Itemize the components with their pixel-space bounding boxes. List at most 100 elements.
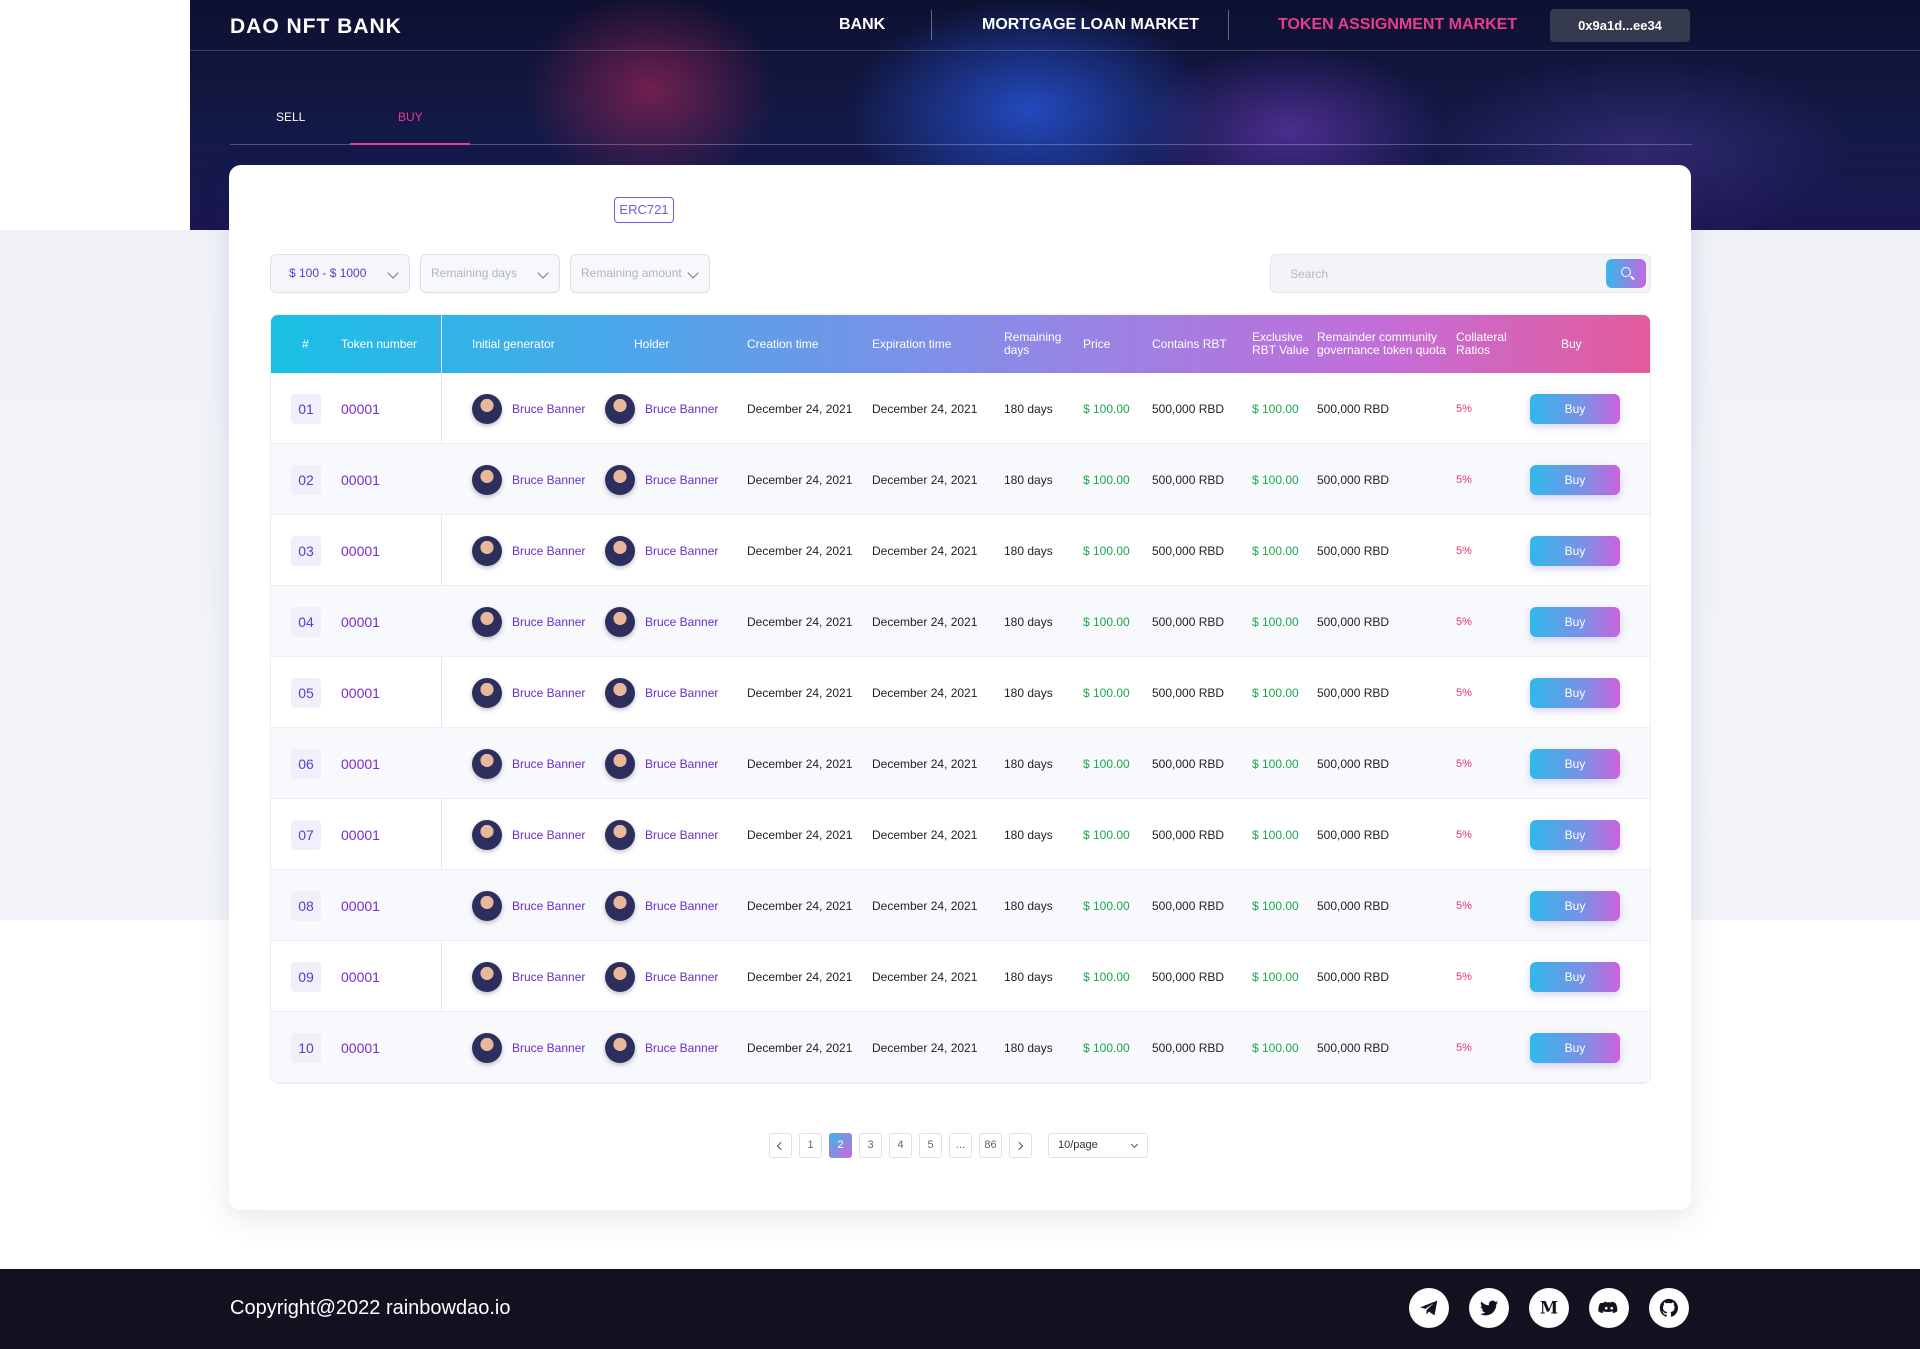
row-holder[interactable]: Bruce Banner bbox=[645, 757, 718, 771]
row-collateral-ratio: 5% bbox=[1456, 402, 1472, 415]
row-initial-generator[interactable]: Bruce Banner bbox=[512, 899, 585, 913]
table-row: 06 00001 Bruce Banner Bruce Banner December … bbox=[271, 728, 1650, 799]
avatar[interactable] bbox=[605, 961, 635, 992]
row-holder[interactable]: Bruce Banner bbox=[645, 402, 718, 416]
row-initial-generator[interactable]: Bruce Banner bbox=[512, 544, 585, 558]
row-contains-rbt: 500,000 RBD bbox=[1152, 543, 1225, 558]
top-navigation: DAO NFT BANK BANK MORTGAGE LOAN MARKET T… bbox=[190, 0, 1920, 51]
row-expiration-time: December 24, 2021 bbox=[872, 827, 978, 842]
row-initial-generator[interactable]: Bruce Banner bbox=[512, 1041, 585, 1055]
nav-mortgage-loan-market[interactable]: MORTGAGE LOAN MARKET bbox=[982, 16, 1199, 34]
buy-button[interactable]: Buy bbox=[1530, 961, 1620, 992]
twitter-icon[interactable] bbox=[1469, 1288, 1509, 1328]
nav-token-assignment-market[interactable]: TOKEN ASSIGNMENT MARKET bbox=[1278, 16, 1517, 34]
app-logo[interactable]: DAO NFT BANK bbox=[230, 15, 402, 39]
avatar[interactable] bbox=[472, 748, 502, 779]
buy-button[interactable]: Buy bbox=[1530, 677, 1620, 708]
avatar[interactable] bbox=[472, 393, 502, 424]
avatar[interactable] bbox=[605, 606, 635, 637]
avatar[interactable] bbox=[605, 1032, 635, 1063]
page-size-select[interactable]: 10/page bbox=[1048, 1133, 1148, 1158]
row-holder[interactable]: Bruce Banner bbox=[645, 686, 718, 700]
buy-button[interactable]: Buy bbox=[1530, 464, 1620, 495]
row-initial-generator[interactable]: Bruce Banner bbox=[512, 757, 585, 771]
avatar[interactable] bbox=[605, 819, 635, 850]
avatar[interactable] bbox=[472, 1032, 502, 1063]
row-holder[interactable]: Bruce Banner bbox=[645, 544, 718, 558]
row-token-number: 00001 bbox=[341, 613, 380, 630]
nav-bank[interactable]: BANK bbox=[839, 16, 885, 34]
telegram-icon[interactable] bbox=[1409, 1288, 1449, 1328]
page-4[interactable]: 4 bbox=[889, 1133, 912, 1158]
prev-page-button[interactable] bbox=[769, 1133, 792, 1158]
page-2[interactable]: 2 bbox=[829, 1133, 852, 1158]
page-3[interactable]: 3 bbox=[859, 1133, 882, 1158]
avatar[interactable] bbox=[605, 890, 635, 921]
chevron-down-icon bbox=[387, 267, 399, 279]
row-holder[interactable]: Bruce Banner bbox=[645, 473, 718, 487]
avatar[interactable] bbox=[605, 748, 635, 779]
avatar[interactable] bbox=[605, 677, 635, 708]
wallet-address-button[interactable]: 0x9a1d...ee34 bbox=[1550, 9, 1690, 42]
avatar[interactable] bbox=[605, 535, 635, 566]
row-expiration-time: December 24, 2021 bbox=[872, 756, 978, 771]
avatar[interactable] bbox=[472, 535, 502, 566]
header-index: # bbox=[302, 336, 309, 351]
avatar[interactable] bbox=[472, 677, 502, 708]
avatar[interactable] bbox=[605, 464, 635, 495]
buy-button[interactable]: Buy bbox=[1530, 890, 1620, 921]
row-remainder-quota: 500,000 RBD bbox=[1317, 1040, 1390, 1055]
price-range-select[interactable]: $ 100 - $ 1000 bbox=[270, 254, 410, 293]
buy-button[interactable]: Buy bbox=[1530, 535, 1620, 566]
row-initial-generator[interactable]: Bruce Banner bbox=[512, 473, 585, 487]
row-token-number: 00001 bbox=[341, 755, 380, 772]
header-exclusive-rbt-value: Exclusive RBT Value bbox=[1252, 330, 1309, 357]
avatar[interactable] bbox=[472, 819, 502, 850]
row-holder[interactable]: Bruce Banner bbox=[645, 1041, 718, 1055]
buy-button[interactable]: Buy bbox=[1530, 819, 1620, 850]
search-button[interactable] bbox=[1606, 259, 1646, 288]
avatar[interactable] bbox=[472, 464, 502, 495]
row-holder[interactable]: Bruce Banner bbox=[645, 899, 718, 913]
next-page-button[interactable] bbox=[1009, 1133, 1032, 1158]
row-contains-rbt: 500,000 RBD bbox=[1152, 685, 1225, 700]
medium-icon[interactable]: M bbox=[1529, 1288, 1569, 1328]
row-price: $ 100.00 bbox=[1083, 472, 1130, 487]
token-standard-badge[interactable]: ERC721 bbox=[614, 197, 674, 223]
row-initial-generator[interactable]: Bruce Banner bbox=[512, 402, 585, 416]
row-creation-time: December 24, 2021 bbox=[747, 543, 853, 558]
page-ellipsis[interactable]: ... bbox=[949, 1133, 972, 1158]
github-icon[interactable] bbox=[1649, 1288, 1689, 1328]
tab-buy[interactable]: BUY bbox=[398, 110, 423, 124]
discord-icon[interactable] bbox=[1589, 1288, 1629, 1328]
buy-button[interactable]: Buy bbox=[1530, 748, 1620, 779]
avatar[interactable] bbox=[605, 393, 635, 424]
table-row: 08 00001 Bruce Banner Bruce Banner December … bbox=[271, 870, 1650, 941]
remaining-days-select[interactable]: Remaining days bbox=[420, 254, 560, 293]
row-index: 08 bbox=[291, 890, 321, 921]
avatar[interactable] bbox=[472, 890, 502, 921]
search-input[interactable] bbox=[1271, 255, 1591, 292]
row-expiration-time: December 24, 2021 bbox=[872, 401, 978, 416]
row-initial-generator[interactable]: Bruce Banner bbox=[512, 615, 585, 629]
page-5[interactable]: 5 bbox=[919, 1133, 942, 1158]
row-holder[interactable]: Bruce Banner bbox=[645, 615, 718, 629]
row-holder[interactable]: Bruce Banner bbox=[645, 828, 718, 842]
avatar[interactable] bbox=[472, 606, 502, 637]
buy-button[interactable]: Buy bbox=[1530, 393, 1620, 424]
row-price: $ 100.00 bbox=[1083, 756, 1130, 771]
row-initial-generator[interactable]: Bruce Banner bbox=[512, 970, 585, 984]
tab-sell[interactable]: SELL bbox=[276, 110, 305, 124]
page-1[interactable]: 1 bbox=[799, 1133, 822, 1158]
remaining-amount-select[interactable]: Remaining amount bbox=[570, 254, 710, 293]
header-initial-generator: Initial generator bbox=[472, 336, 555, 351]
row-initial-generator[interactable]: Bruce Banner bbox=[512, 686, 585, 700]
avatar[interactable] bbox=[472, 961, 502, 992]
row-holder[interactable]: Bruce Banner bbox=[645, 970, 718, 984]
page-86[interactable]: 86 bbox=[979, 1133, 1002, 1158]
row-initial-generator[interactable]: Bruce Banner bbox=[512, 828, 585, 842]
row-exclusive-rbt-value: $ 100.00 bbox=[1252, 898, 1299, 913]
buy-button[interactable]: Buy bbox=[1530, 1032, 1620, 1063]
row-remainder-quota: 500,000 RBD bbox=[1317, 756, 1390, 771]
buy-button[interactable]: Buy bbox=[1530, 606, 1620, 637]
